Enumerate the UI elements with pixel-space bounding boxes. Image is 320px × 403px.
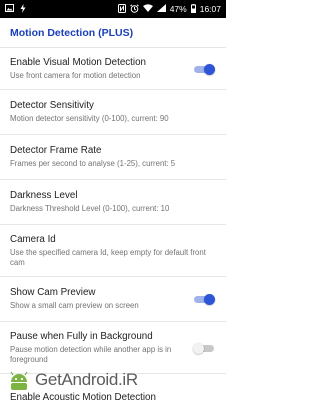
pref-show-cam-preview[interactable]: Show Cam Preview Show a small cam previe… (0, 277, 226, 322)
pref-title: Pause when Fully in Background (10, 330, 153, 342)
watermark: GetAndroid.iR (6, 369, 138, 391)
pref-summary: Use the specified camera Id, keep empty … (10, 247, 206, 267)
pref-summary: Darkness Threshold Level (0-100), curren… (10, 204, 170, 213)
signal-icon (156, 4, 166, 14)
alarm-icon (129, 3, 139, 15)
status-bar: 47% 16:07 (0, 0, 226, 18)
pref-title-cut[interactable]: Enable Acoustic Motion Detection (10, 392, 156, 403)
battery-percent: 47% (169, 4, 187, 14)
wifi-icon (142, 4, 153, 14)
image-icon (5, 4, 14, 14)
pref-detector-frame-rate[interactable]: Detector Frame Rate Frames per second to… (0, 135, 226, 180)
pref-title: Detector Frame Rate (10, 145, 102, 156)
flash-icon (20, 3, 26, 15)
pref-pause-in-background[interactable]: Pause when Fully in Background Pause mot… (0, 322, 226, 374)
pref-summary: Pause motion detection while another app… (10, 344, 172, 364)
watermark-text: GetAndroid.iR (35, 370, 138, 389)
pref-darkness-level[interactable]: Darkness Level Darkness Threshold Level … (0, 180, 226, 225)
pref-summary: Motion detector sensitivity (0-100), cur… (10, 114, 169, 123)
pref-summary: Frames per second to analyse (1-25), cur… (10, 159, 176, 168)
pref-enable-visual-motion[interactable]: Enable Visual Motion Detection Use front… (0, 48, 226, 90)
pref-title: Enable Visual Motion Detection (10, 56, 146, 68)
pref-title: Detector Sensitivity (10, 100, 94, 111)
cam-preview-toggle[interactable] (194, 294, 215, 305)
battery-icon (190, 3, 196, 15)
pref-title: Darkness Level (10, 190, 78, 201)
visual-motion-toggle[interactable] (194, 63, 215, 75)
pref-summary: Use front camera for motion detection (10, 70, 141, 80)
nfc-icon (117, 3, 126, 15)
pref-title: Camera Id (10, 233, 56, 245)
page-title: Motion Detection (PLUS) (0, 18, 226, 48)
android-logo-icon (6, 369, 32, 391)
pref-detector-sensitivity[interactable]: Detector Sensitivity Motion detector sen… (0, 90, 226, 135)
clock: 16:07 (199, 4, 221, 14)
pref-title: Show Cam Preview (10, 287, 96, 298)
pref-camera-id[interactable]: Camera Id Use the specified camera Id, k… (0, 225, 226, 277)
pause-background-toggle[interactable] (193, 342, 214, 354)
pref-summary: Show a small cam preview on screen (10, 301, 139, 310)
